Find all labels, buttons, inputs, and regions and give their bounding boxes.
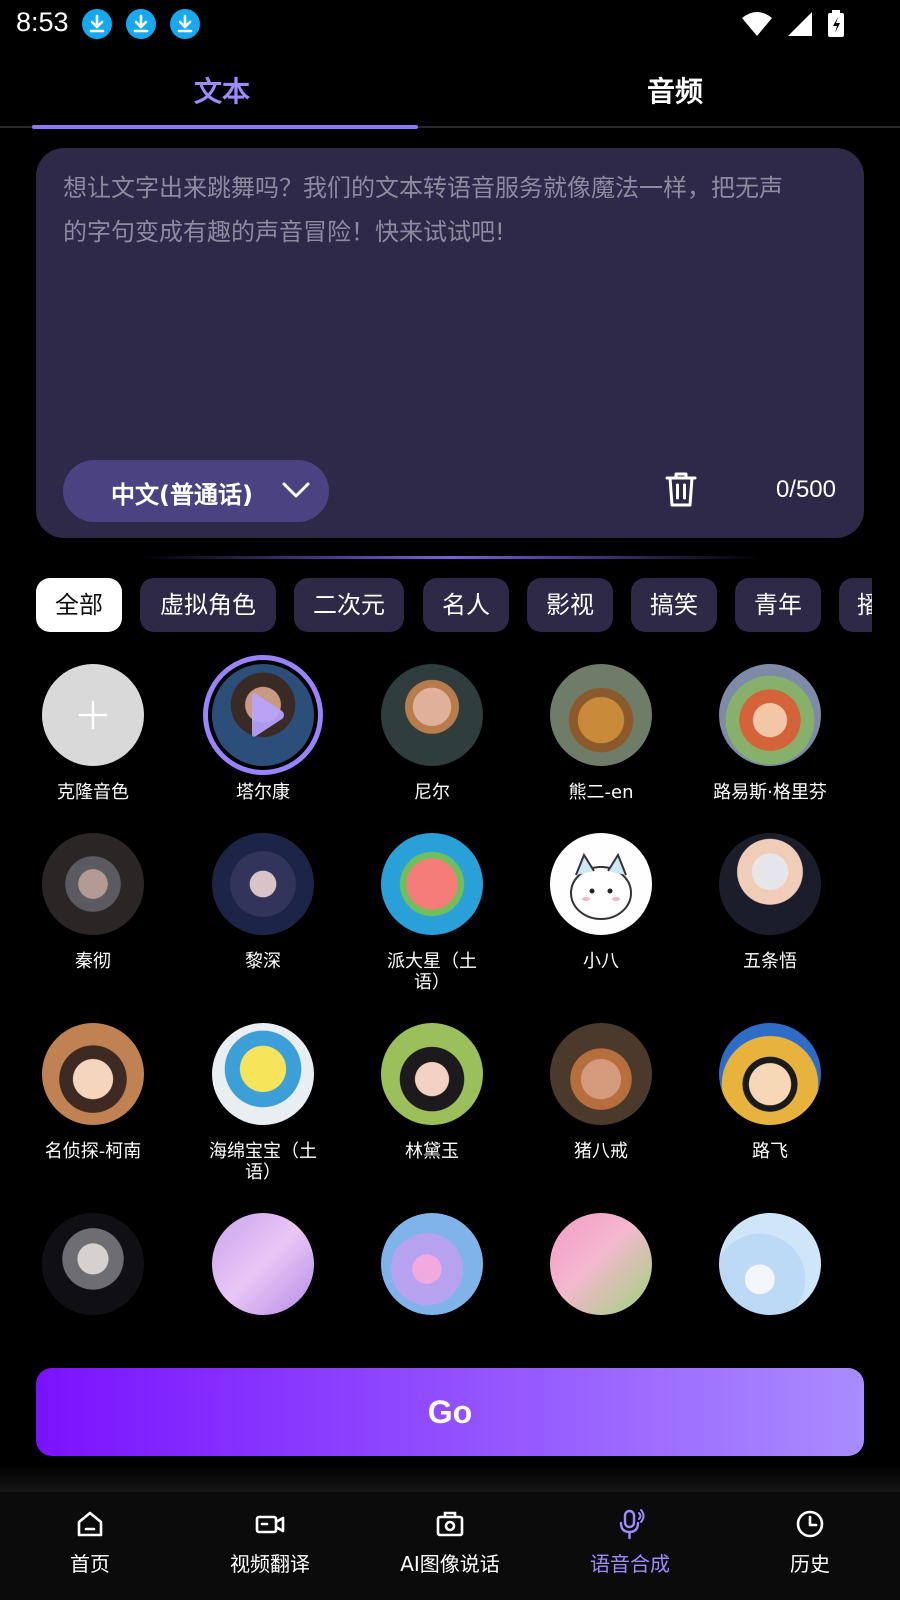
status-time: 8:53 [16, 7, 69, 37]
chevron-down-icon [282, 482, 310, 498]
voice-name: 秦彻 [75, 951, 111, 972]
avatar [381, 1023, 483, 1125]
voice-name: 五条悟 [743, 951, 797, 972]
section-divider [140, 556, 760, 559]
voice-name: 路易斯·格里芬 [713, 782, 827, 803]
voice-name: 熊二-en [568, 782, 634, 803]
language-label: 中文(普通话) [111, 481, 253, 509]
avatar [550, 664, 652, 766]
avatar [42, 1023, 144, 1125]
avatar [212, 833, 314, 935]
nav-ai-image-talk[interactable]: AI图像说话 [360, 1492, 540, 1600]
voice-name: 海绵宝宝（土 语） [209, 1141, 317, 1183]
chip-anime[interactable]: 二次元 [294, 578, 404, 632]
go-label: Go [427, 1394, 473, 1430]
avatar [212, 1023, 314, 1125]
nav-label: 历史 [790, 1552, 830, 1576]
chip-film-tv[interactable]: 影视 [527, 578, 613, 632]
avatar [550, 1023, 652, 1125]
text-input-card: 想让文字出来跳舞吗？我们的文本转语音服务就像魔法一样，把无声 的字句变成有趣的声… [36, 148, 864, 538]
nav-shadow [0, 1464, 900, 1494]
avatar [719, 1213, 821, 1315]
download-icon [126, 9, 156, 39]
voice-name: 尼尔 [414, 782, 450, 803]
download-icon [170, 9, 200, 39]
chip-funny[interactable]: 搞笑 [631, 578, 717, 632]
avatar [381, 833, 483, 935]
avatar [550, 1213, 652, 1315]
home-icon [77, 1511, 103, 1537]
wifi-icon [742, 12, 772, 36]
microphone-icon [619, 1509, 645, 1540]
character-counter: 0/500 [775, 476, 836, 503]
system-status-icons [742, 10, 844, 37]
clock-icon [796, 1510, 824, 1538]
add-voice-avatar [42, 664, 144, 766]
avatar [550, 833, 652, 935]
download-icon [82, 9, 112, 39]
voice-name: 林黛玉 [405, 1141, 459, 1162]
video-camera-icon [255, 1515, 285, 1534]
play-icon [252, 693, 284, 737]
language-select[interactable]: 中文(普通话) [63, 460, 329, 522]
avatar [212, 664, 314, 766]
avatar [212, 1213, 314, 1315]
tab-active-indicator [32, 125, 418, 129]
placeholder-line: 想让文字出来跳舞吗？我们的文本转语音服务就像魔法一样，把无声 [63, 174, 783, 202]
nav-video-translate[interactable]: 视频翻译 [180, 1492, 360, 1600]
nav-home[interactable]: 首页 [0, 1492, 180, 1600]
placeholder-line: 的字句变成有趣的声音冒险！快来试试吧! [63, 218, 505, 246]
chip-celebrity[interactable]: 名人 [423, 578, 509, 632]
nav-label: 视频翻译 [230, 1552, 310, 1576]
trash-icon[interactable] [664, 470, 698, 508]
mode-tabs: 文本 音频 [0, 56, 900, 129]
voice-name: 派大星（土 语） [387, 951, 477, 993]
avatar [381, 1213, 483, 1315]
nav-label: 首页 [70, 1552, 110, 1576]
voice-name: 路飞 [752, 1141, 788, 1162]
chip-virtual-character[interactable]: 虚拟角色 [140, 578, 276, 632]
chip-youth[interactable]: 青年 [735, 578, 821, 632]
nav-speech-synthesis[interactable]: 语音合成 [540, 1492, 720, 1600]
avatar [42, 833, 144, 935]
text-input[interactable]: 想让文字出来跳舞吗？我们的文本转语音服务就像魔法一样，把无声 的字句变成有趣的声… [63, 166, 843, 254]
status-bar: 8:53 [0, 0, 900, 48]
voice-name: 名侦探-柯南 [44, 1141, 142, 1162]
nav-history[interactable]: 历史 [720, 1492, 900, 1600]
plus-icon [78, 700, 108, 730]
avatar [42, 1213, 144, 1315]
nav-label: AI图像说话 [400, 1552, 500, 1576]
avatar [719, 1023, 821, 1125]
tab-text[interactable]: 文本 [32, 70, 412, 110]
tab-audio[interactable]: 音频 [485, 70, 865, 110]
voice-name: 塔尔康 [236, 782, 290, 803]
voice-name: 小八 [583, 951, 619, 972]
avatar [719, 833, 821, 935]
go-button[interactable]: Go [36, 1368, 864, 1456]
voice-name: 克隆音色 [57, 782, 129, 803]
voice-name: 猪八戒 [574, 1141, 628, 1162]
signal-icon [788, 12, 812, 36]
photo-camera-icon [436, 1511, 464, 1537]
chip-broadcast[interactable]: 播 [839, 578, 872, 632]
voice-name: 黎深 [245, 951, 281, 972]
nav-label: 语音合成 [590, 1552, 670, 1576]
category-chips: 全部 虚拟角色 二次元 名人 影视 搞笑 青年 播 [36, 578, 872, 632]
chip-all[interactable]: 全部 [36, 578, 122, 632]
avatar [381, 664, 483, 766]
avatar [719, 664, 821, 766]
bottom-nav: 首页 视频翻译 AI图像说话 语音合成 历史 [0, 1492, 900, 1600]
